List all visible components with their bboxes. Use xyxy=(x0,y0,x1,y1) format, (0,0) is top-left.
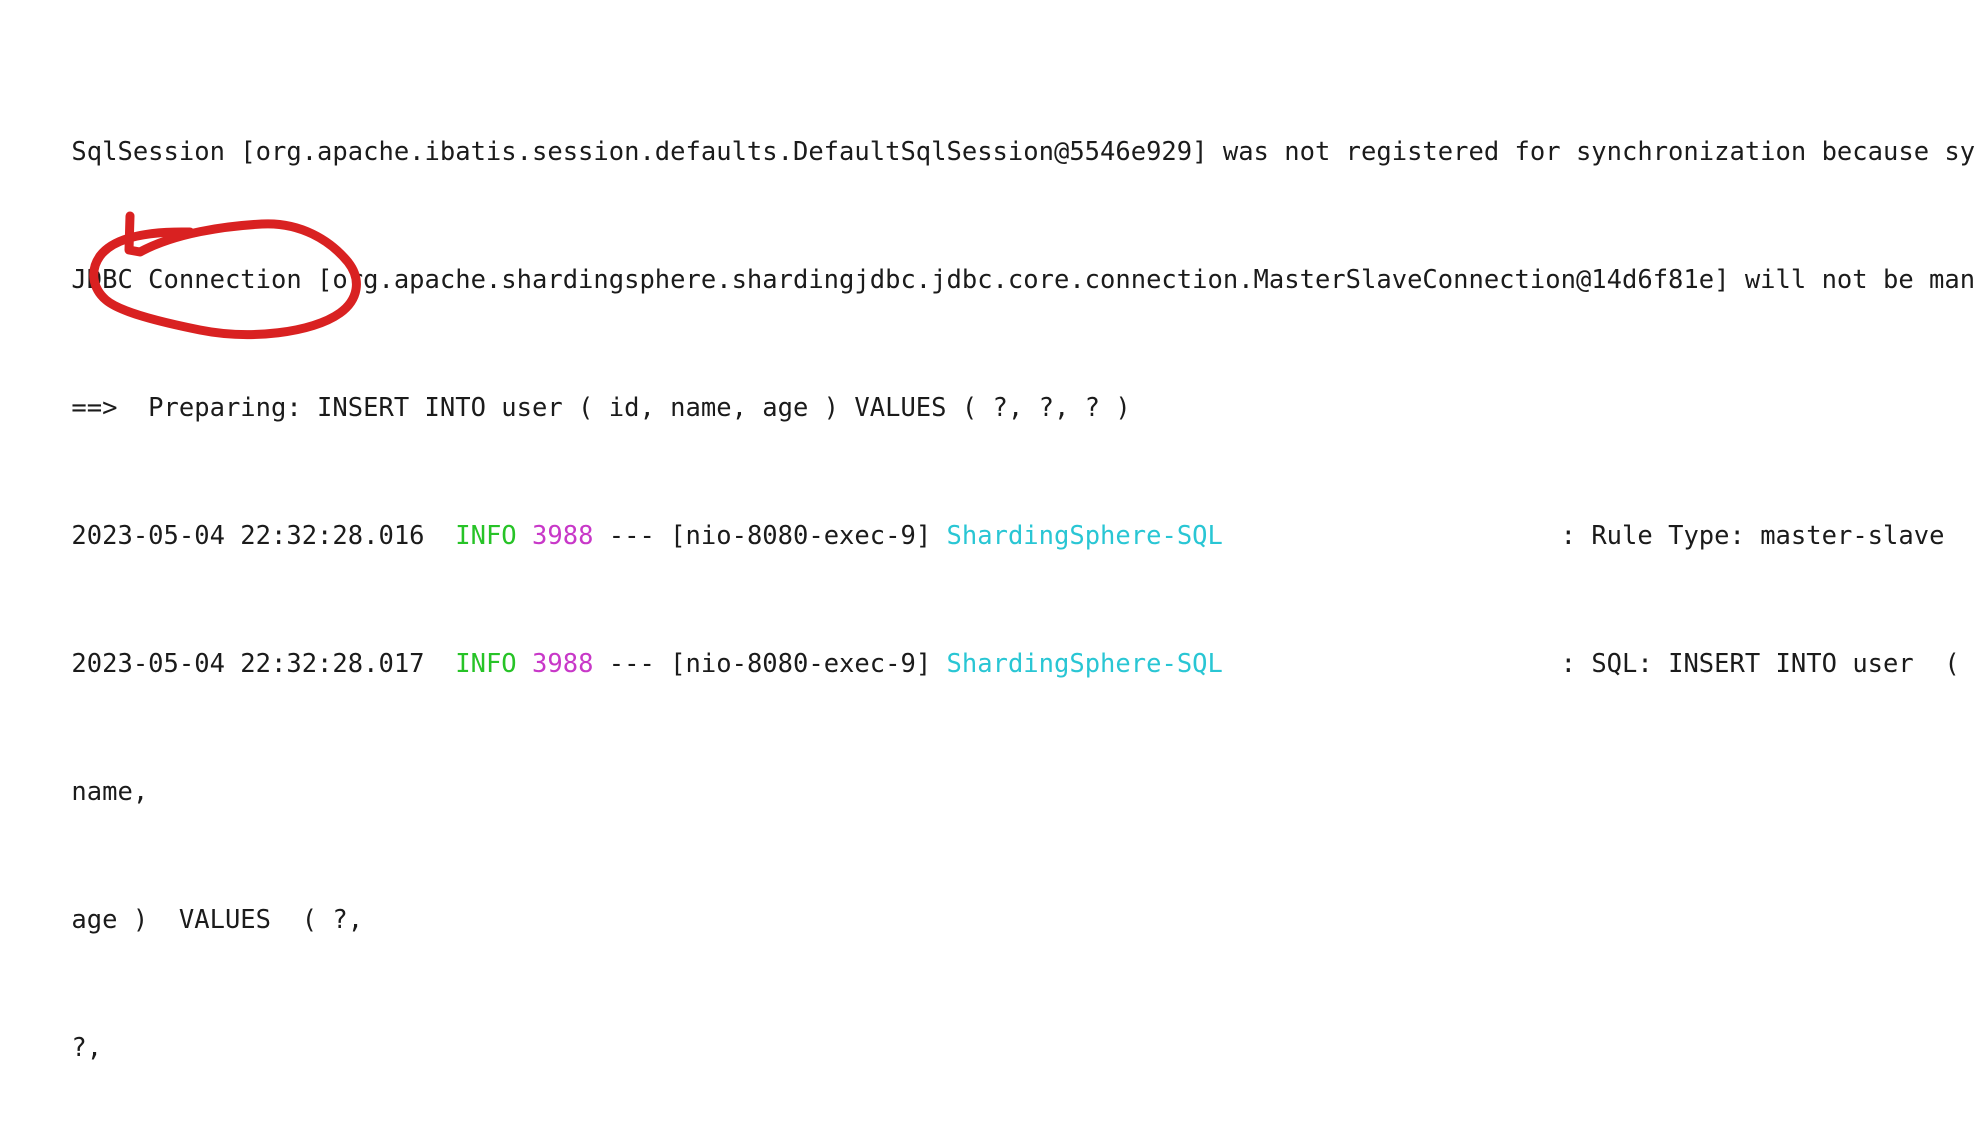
log-level-badge: INFO xyxy=(439,521,517,551)
log-level-badge: INFO xyxy=(439,649,517,679)
log-process-id: 3988 xyxy=(516,521,594,551)
log-line: JDBC Connection [org.apache.shardingsphe… xyxy=(10,232,1975,295)
log-logger-name: ShardingSphere-SQL xyxy=(946,521,1223,551)
log-timestamp: 2023-05-04 22:32:28.017 xyxy=(71,649,440,679)
log-line-info-sql: 2023-05-04 22:32:28.017 INFO 3988 --- [n… xyxy=(10,616,1975,679)
log-line-text: ?, xyxy=(71,1033,103,1063)
terminal-log-output[interactable]: SqlSession [org.apache.ibatis.session.de… xyxy=(0,0,1975,1063)
log-thread-name: --- [nio-8080-exec-9] xyxy=(593,649,947,679)
log-line-text: ==> Preparing: INSERT INTO user ( id, na… xyxy=(71,393,1131,423)
log-line-text: name, xyxy=(71,777,149,807)
log-line-text: age ) VALUES ( ?, xyxy=(71,905,364,935)
log-line-sql-wrap: ?, xyxy=(10,1000,1975,1063)
log-logger-name: ShardingSphere-SQL xyxy=(946,649,1223,679)
log-process-id: 3988 xyxy=(516,649,594,679)
log-line: ==> Preparing: INSERT INTO user ( id, na… xyxy=(10,360,1975,423)
log-thread-name: --- [nio-8080-exec-9] xyxy=(593,521,947,551)
log-message: : Rule Type: master-slave xyxy=(1222,521,1945,551)
log-line: SqlSession [org.apache.ibatis.session.de… xyxy=(10,104,1975,167)
log-line-info-rule-type: 2023-05-04 22:32:28.016 INFO 3988 --- [n… xyxy=(10,488,1975,551)
log-line-datasources: ? ) ::: DataSources: master xyxy=(10,1128,1975,1130)
log-line-sql-wrap: name, xyxy=(10,744,1975,807)
log-line-text: JDBC Connection [org.apache.shardingsphe… xyxy=(71,265,1975,295)
log-line-sql-wrap: age ) VALUES ( ?, xyxy=(10,872,1975,935)
log-message: : SQL: INSERT INTO user ( id, xyxy=(1222,649,1975,679)
log-timestamp: 2023-05-04 22:32:28.016 xyxy=(71,521,440,551)
log-line-text: SqlSession [org.apache.ibatis.session.de… xyxy=(71,137,1975,167)
